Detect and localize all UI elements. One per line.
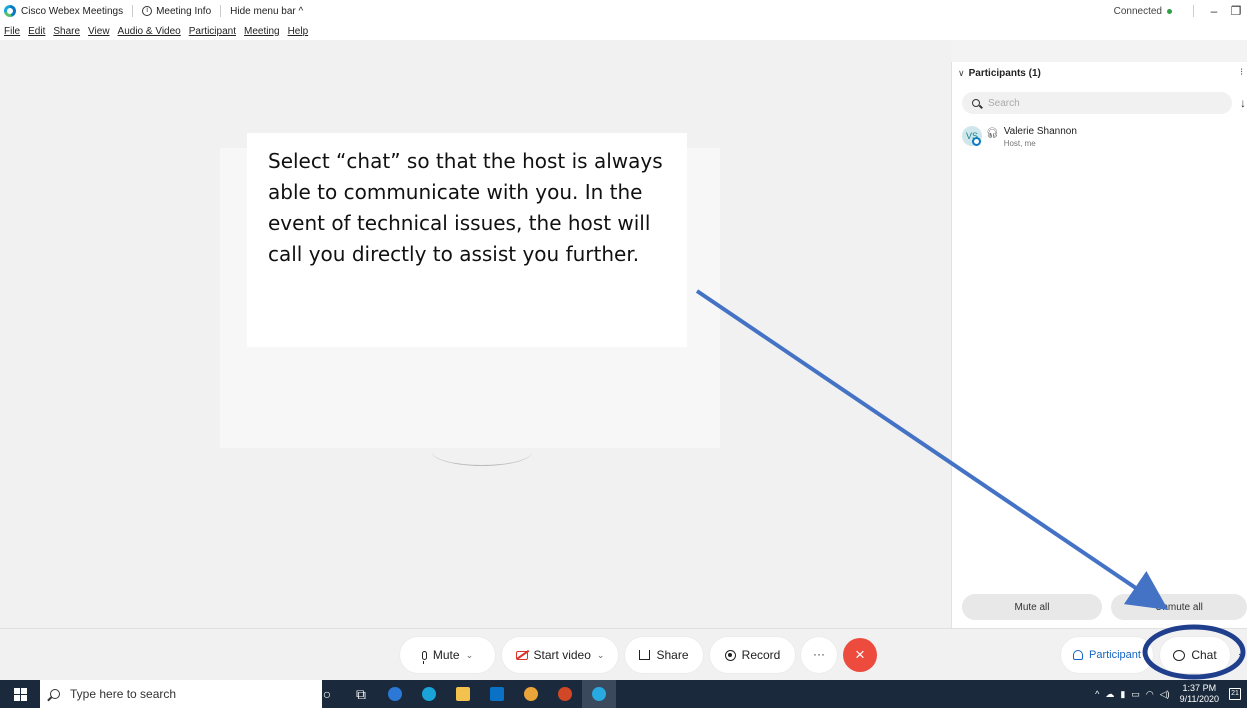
- chat-icon: [1173, 649, 1186, 661]
- divider: [220, 5, 222, 17]
- chat-button[interactable]: Chat: [1160, 637, 1230, 673]
- menu-meeting[interactable]: Meeting: [244, 26, 280, 37]
- participants-label: Participant: [1089, 649, 1141, 661]
- connection-status-text: Connected: [1113, 5, 1162, 17]
- record-button[interactable]: Record: [710, 637, 795, 673]
- participants-panel: ∨ Participants (1) ⁝ Search ↓ VS 🎧︎ Vale…: [951, 62, 1247, 628]
- headset-icon: 🎧︎: [986, 128, 999, 139]
- placeholder-arc: [432, 438, 532, 466]
- clock-time: 1:37 PM: [1182, 683, 1217, 693]
- taskbar-search-placeholder: Type here to search: [70, 687, 177, 701]
- share-icon: [639, 650, 651, 660]
- system-tray: ^ ☁ ▮ ▭ ◠ ◁) 1:37 PM 9/11/2020 21: [1095, 680, 1247, 708]
- chevron-up-icon[interactable]: ^: [1095, 689, 1099, 699]
- mute-label: Mute: [432, 648, 460, 662]
- share-label: Share: [656, 648, 689, 662]
- unmute-all-button[interactable]: Unmute all: [1111, 594, 1247, 620]
- share-button[interactable]: Share: [625, 637, 703, 673]
- app-title: Cisco Webex Meetings: [0, 5, 123, 17]
- panel-more-icon[interactable]: ⁝: [1240, 67, 1243, 78]
- chrome-icon[interactable]: [514, 680, 548, 708]
- globe-app-icon[interactable]: [412, 680, 446, 708]
- app-title-text: Cisco Webex Meetings: [21, 5, 124, 17]
- windows-taskbar: Type here to search ○ ⧉ ^ ☁ ▮ ▭ ◠ ◁) 1:3…: [0, 680, 1247, 708]
- instruction-callout: Select “chat” so that the host is always…: [247, 133, 687, 347]
- participants-button[interactable]: Participant: [1061, 637, 1153, 673]
- mute-button[interactable]: Mute ⌄: [400, 637, 495, 673]
- chat-label: Chat: [1191, 648, 1217, 662]
- menu-view[interactable]: View: [88, 26, 110, 37]
- file-explorer-icon[interactable]: [446, 680, 480, 708]
- hide-menu-bar-button[interactable]: Hide menu bar ^: [230, 6, 303, 17]
- divider: [132, 5, 134, 17]
- start-button[interactable]: [0, 680, 40, 708]
- webex-logo-icon: [4, 5, 16, 17]
- notifications-icon[interactable]: 21: [1229, 688, 1241, 700]
- battery-icon[interactable]: ▭: [1131, 689, 1140, 700]
- task-view-icon[interactable]: ⧉: [344, 680, 378, 708]
- mute-all-button[interactable]: Mute all: [962, 594, 1102, 620]
- powerpoint-icon[interactable]: [548, 680, 582, 708]
- participants-title: Participants (1): [968, 68, 1041, 79]
- volume-icon[interactable]: ◁): [1160, 689, 1170, 700]
- participant-row[interactable]: VS 🎧︎ Valerie Shannon Host, me: [962, 126, 1077, 148]
- meeting-info-button[interactable]: i Meeting Info: [142, 6, 211, 17]
- chevron-down-icon[interactable]: ⌄: [466, 650, 474, 661]
- menu-participant[interactable]: Participant: [189, 26, 236, 37]
- meeting-controls: Mute ⌄ Start video ⌄ Share Record ··· × …: [0, 628, 1247, 680]
- search-icon: [50, 689, 60, 699]
- meeting-info-label: Meeting Info: [156, 5, 212, 17]
- restore-button[interactable]: ❐: [1225, 4, 1247, 18]
- participant-search-input[interactable]: Search: [962, 92, 1232, 114]
- clock-date: 9/11/2020: [1179, 694, 1219, 704]
- search-placeholder: Search: [988, 97, 1020, 109]
- end-meeting-button[interactable]: ×: [843, 638, 877, 672]
- divider: [1193, 5, 1194, 17]
- participants-header[interactable]: ∨ Participants (1): [958, 68, 1041, 79]
- connection-status: Connected: [1114, 6, 1172, 17]
- mic-icon: [421, 650, 427, 664]
- record-icon: [724, 649, 736, 661]
- edge-icon[interactable]: [378, 680, 412, 708]
- menu-share[interactable]: Share: [53, 26, 80, 37]
- menu-bar: File Edit Share View Audio & Video Parti…: [0, 22, 1247, 40]
- sort-icon[interactable]: ↓: [1240, 96, 1246, 110]
- minimize-button[interactable]: –: [1203, 4, 1225, 18]
- cortana-icon[interactable]: ○: [310, 680, 344, 708]
- wifi-icon[interactable]: ◠: [1146, 689, 1154, 700]
- windows-icon: [13, 687, 27, 701]
- onedrive-icon[interactable]: ☁: [1105, 689, 1114, 700]
- participant-role: Host, me: [1003, 139, 1036, 148]
- start-video-button[interactable]: Start video ⌄: [502, 637, 618, 673]
- participant-name: Valerie Shannon: [1003, 126, 1077, 137]
- chevron-down-icon[interactable]: ⌄: [597, 650, 605, 661]
- search-icon: [972, 99, 980, 107]
- hide-menu-bar-label: Hide menu bar ^: [230, 5, 304, 17]
- record-label: Record: [741, 648, 781, 662]
- more-options-button[interactable]: ···: [801, 637, 837, 673]
- menu-file[interactable]: File: [4, 26, 20, 37]
- clock[interactable]: 1:37 PM 9/11/2020: [1180, 683, 1219, 705]
- avatar: VS: [962, 126, 982, 146]
- taskbar-apps: ○ ⧉: [310, 680, 616, 708]
- title-bar: Cisco Webex Meetings i Meeting Info Hide…: [0, 0, 1247, 22]
- menu-edit[interactable]: Edit: [28, 26, 45, 37]
- person-icon: [1073, 650, 1083, 660]
- mic-tray-icon[interactable]: ▮: [1120, 689, 1125, 700]
- chevron-down-icon: ∨: [958, 68, 965, 78]
- start-video-label: Start video: [533, 648, 591, 662]
- outlook-icon[interactable]: [480, 680, 514, 708]
- menu-help[interactable]: Help: [288, 26, 309, 37]
- webex-taskbar-icon[interactable]: [582, 680, 616, 708]
- more-icon[interactable]: ··: [1238, 649, 1245, 660]
- info-icon: i: [142, 6, 153, 16]
- camera-off-icon: [515, 650, 528, 660]
- status-dot-icon: [1167, 8, 1172, 14]
- webex-badge-icon: [972, 137, 981, 146]
- taskbar-search-input[interactable]: Type here to search: [40, 680, 322, 708]
- menu-audio-video[interactable]: Audio & Video: [118, 26, 181, 37]
